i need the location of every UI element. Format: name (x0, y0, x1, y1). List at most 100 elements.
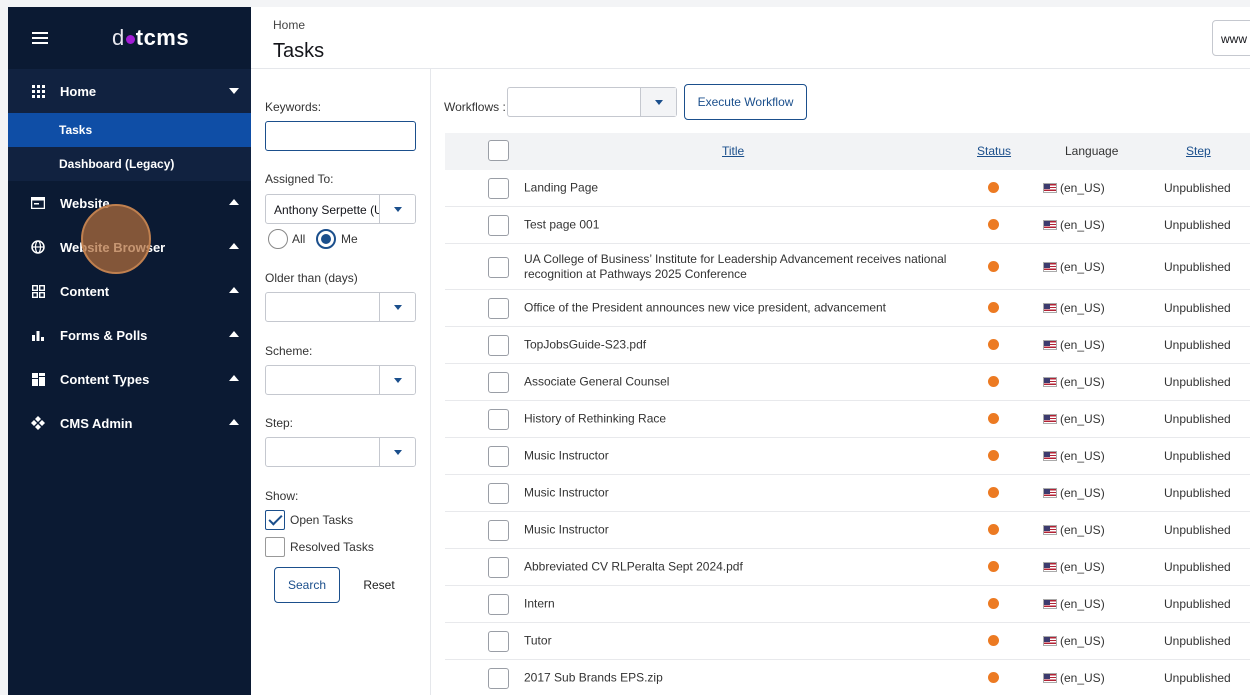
row-checkbox[interactable] (488, 483, 509, 504)
step-cell: Unpublished (1164, 597, 1231, 611)
chevron-up-icon (229, 243, 239, 249)
task-title[interactable]: TopJobsGuide-S23.pdf (524, 338, 954, 353)
row-checkbox[interactable] (488, 256, 509, 278)
task-title[interactable]: Test page 001 (524, 218, 954, 233)
us-flag-icon (1043, 414, 1057, 424)
chevron-down-icon[interactable] (379, 366, 415, 394)
language-cell: (en_US) (1043, 671, 1105, 685)
task-title[interactable]: Music Instructor (524, 523, 954, 538)
us-flag-icon (1043, 451, 1057, 461)
reset-button[interactable]: Reset (360, 567, 398, 603)
task-title[interactable]: Landing Page (524, 181, 954, 196)
task-title[interactable]: Intern (524, 597, 954, 612)
row-checkbox[interactable] (488, 668, 509, 689)
task-title[interactable]: 2017 Sub Brands EPS.zip (524, 671, 954, 686)
older-than-select[interactable] (265, 292, 416, 322)
task-title[interactable]: History of Rethinking Race (524, 412, 954, 427)
row-checkbox[interactable] (488, 631, 509, 652)
row-checkbox[interactable] (488, 446, 509, 467)
logo-suffix: tcms (135, 25, 190, 50)
language-code: (en_US) (1060, 181, 1105, 195)
radio-me[interactable] (316, 229, 336, 249)
chevron-down-icon[interactable] (379, 195, 415, 223)
sidebar-subitem-dashboard-legacy[interactable]: Dashboard (Legacy) (8, 147, 251, 181)
sidebar-item-content[interactable]: Content (8, 269, 251, 313)
table-row[interactable]: UA College of Business’ Institute for Le… (445, 244, 1250, 290)
row-checkbox[interactable] (488, 215, 509, 236)
hamburger-menu-icon[interactable] (32, 32, 48, 44)
status-indicator-icon (988, 182, 999, 193)
column-header-step[interactable]: Step (1186, 144, 1211, 158)
chevron-down-icon[interactable] (379, 438, 415, 466)
row-checkbox[interactable] (488, 409, 509, 430)
language-cell: (en_US) (1043, 301, 1105, 315)
breadcrumb[interactable]: Home (273, 18, 305, 32)
chevron-down-icon[interactable] (640, 88, 676, 116)
table-row[interactable]: Landing Page (en_US) Unpublished (445, 170, 1250, 207)
table-row[interactable]: Music Instructor (en_US) Unpublished (445, 512, 1250, 549)
task-title[interactable]: UA College of Business’ Institute for Le… (524, 252, 954, 282)
table-row[interactable]: 2017 Sub Brands EPS.zip (en_US) Unpublishe… (445, 660, 1250, 695)
language-code: (en_US) (1060, 671, 1105, 685)
language-cell: (en_US) (1043, 560, 1105, 574)
table-row[interactable]: History of Rethinking Race (en_US) Unpubli… (445, 401, 1250, 438)
row-checkbox[interactable] (488, 557, 509, 578)
search-button[interactable]: Search (274, 567, 340, 603)
row-checkbox[interactable] (488, 178, 509, 199)
resolved-tasks-label: Resolved Tasks (290, 540, 374, 554)
sidebar-item-home[interactable]: Home (8, 69, 251, 113)
us-flag-icon (1043, 303, 1057, 313)
chevron-up-icon (229, 419, 239, 425)
table-row[interactable]: Music Instructor (en_US) Unpublished (445, 438, 1250, 475)
status-indicator-icon (988, 561, 999, 572)
us-flag-icon (1043, 673, 1057, 683)
us-flag-icon (1043, 340, 1057, 350)
table-row[interactable]: Intern (en_US) Unpublished (445, 586, 1250, 623)
row-checkbox[interactable] (488, 298, 509, 319)
execute-workflow-button[interactable]: Execute Workflow (684, 84, 807, 120)
step-select[interactable] (265, 437, 416, 467)
dotcms-logo[interactable]: d tcms (112, 25, 189, 51)
table-row[interactable]: TopJobsGuide-S23.pdf (en_US) Unpublished (445, 327, 1250, 364)
language-cell: (en_US) (1043, 523, 1105, 537)
task-title[interactable]: Office of the President announces new vi… (524, 301, 954, 316)
radio-all[interactable] (268, 229, 288, 249)
table-row[interactable]: Music Instructor (en_US) Unpublished (445, 475, 1250, 512)
assigned-to-select[interactable]: Anthony Serpette (U (265, 194, 416, 224)
task-title[interactable]: Abbreviated CV RLPeralta Sept 2024.pdf (524, 560, 954, 575)
sidebar-item-cms-admin[interactable]: CMS Admin (8, 401, 251, 445)
language-code: (en_US) (1060, 338, 1105, 352)
row-checkbox[interactable] (488, 372, 509, 393)
open-tasks-checkbox[interactable] (265, 510, 285, 530)
resolved-tasks-checkbox[interactable] (265, 537, 285, 557)
step-cell: Unpublished (1164, 259, 1231, 274)
status-indicator-icon (988, 635, 999, 646)
keywords-input[interactable] (265, 121, 416, 151)
chevron-down-icon[interactable] (379, 293, 415, 321)
table-row[interactable]: Test page 001 (en_US) Unpublished (445, 207, 1250, 244)
sidebar-subitem-tasks[interactable]: Tasks (8, 113, 251, 147)
select-all-checkbox[interactable] (488, 140, 509, 161)
task-title[interactable]: Music Instructor (524, 449, 954, 464)
older-than-label: Older than (days) (265, 271, 358, 285)
table-row[interactable]: Office of the President announces new vi… (445, 290, 1250, 327)
column-header-status[interactable]: Status (977, 144, 1011, 158)
table-row[interactable]: Abbreviated CV RLPeralta Sept 2024.pdf (e… (445, 549, 1250, 586)
column-header-title[interactable]: Title (722, 144, 744, 158)
task-title[interactable]: Associate General Counsel (524, 375, 954, 390)
task-title[interactable]: Tutor (524, 634, 954, 649)
table-row[interactable]: Tutor (en_US) Unpublished (445, 623, 1250, 660)
workflows-select[interactable] (507, 87, 677, 117)
sidebar-item-forms-polls[interactable]: Forms & Polls (8, 313, 251, 357)
site-selector[interactable]: www (1212, 20, 1250, 56)
open-tasks-label: Open Tasks (290, 513, 354, 527)
table-row[interactable]: Associate General Counsel (en_US) Unpublis… (445, 364, 1250, 401)
task-title[interactable]: Music Instructor (524, 486, 954, 501)
language-cell: (en_US) (1043, 449, 1105, 463)
scheme-select[interactable] (265, 365, 416, 395)
sidebar-item-content-types[interactable]: Content Types (8, 357, 251, 401)
row-checkbox[interactable] (488, 520, 509, 541)
language-code: (en_US) (1060, 560, 1105, 574)
row-checkbox[interactable] (488, 594, 509, 615)
row-checkbox[interactable] (488, 335, 509, 356)
